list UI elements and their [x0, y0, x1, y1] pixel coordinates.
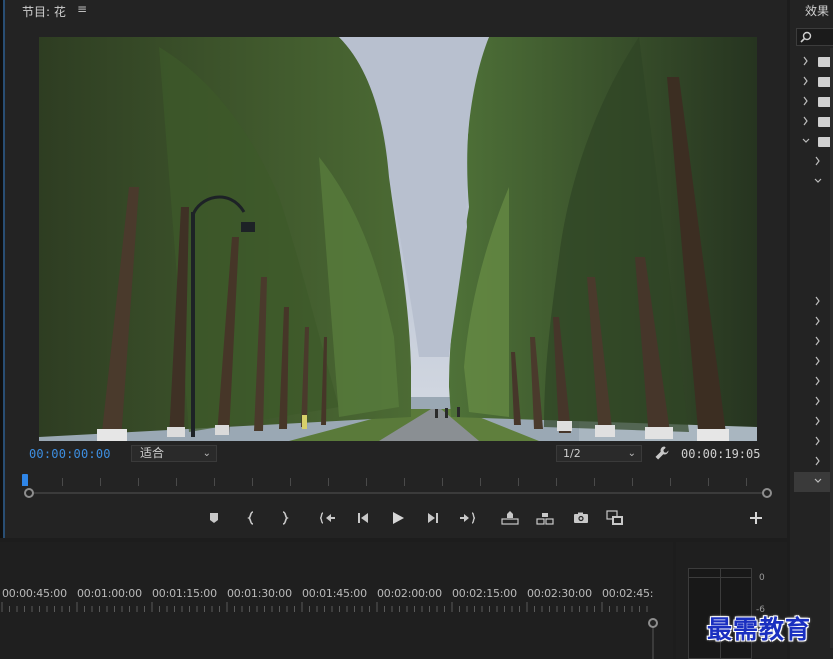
timeline-ruler-label: 00:02:15:00 [452, 587, 517, 600]
effects-folder-row[interactable] [794, 152, 833, 172]
timeline-vertical-scroll-handle[interactable] [648, 617, 658, 659]
go-to-out-icon [460, 512, 475, 524]
db-scale-label: 0 [759, 573, 765, 583]
add-marker-icon [210, 513, 218, 523]
extract-icon [536, 513, 554, 525]
effects-folder-row[interactable] [794, 472, 833, 492]
effects-folder-row[interactable] [794, 432, 833, 452]
chevron-right-icon[interactable] [814, 296, 822, 306]
play-button[interactable] [388, 509, 408, 527]
lift-button[interactable] [500, 509, 520, 527]
chevron-right-icon[interactable] [814, 336, 822, 346]
comparison-view-button[interactable] [605, 509, 625, 527]
timeline-ruler[interactable]: 00:00:45:00 00:01:00:00 00:01:15:00 00:0… [0, 587, 654, 601]
effects-folder-row[interactable] [794, 172, 833, 192]
lift-icon [501, 511, 519, 525]
effects-folder-row[interactable] [794, 72, 833, 92]
duration-timecode: 00:00:19:05 [681, 447, 761, 461]
effects-folder-row[interactable] [794, 92, 833, 112]
timeline-ruler-ticks [1, 602, 648, 612]
timeline-ruler-label: 00:02:00:00 [377, 587, 442, 600]
timeline-ruler-label: 00:02:30:00 [527, 587, 592, 600]
chevron-right-icon[interactable] [814, 316, 822, 326]
play-icon [393, 512, 404, 524]
go-to-in-icon [320, 512, 335, 524]
export-frame-button[interactable] [571, 509, 591, 527]
step-forward-icon [428, 513, 438, 523]
timeline-ruler-label: 00:01:15:00 [152, 587, 217, 600]
zoom-level-value: 适合 [140, 446, 165, 460]
effects-folder-row[interactable] [794, 332, 833, 352]
program-monitor-header: 节目: 花 ≡ [0, 0, 787, 22]
zoom-handle-right[interactable] [762, 488, 772, 498]
playhead-marker[interactable] [22, 474, 28, 486]
timeline-ruler-label: 00:01:00:00 [77, 587, 142, 600]
effects-tab[interactable]: 效果 [805, 2, 829, 19]
zoom-handle-left[interactable] [24, 488, 34, 498]
active-panel-indicator [3, 0, 5, 538]
timeline-ruler-label: 00:01:45:00 [302, 587, 367, 600]
playback-resolution-value: 1/2 [563, 447, 581, 460]
effects-folder-row[interactable] [794, 132, 833, 152]
effects-folder-row[interactable] [794, 52, 833, 72]
timeline-ruler-label: 00:00:45:00 [2, 587, 67, 600]
chevron-down-icon: ⌄ [627, 448, 636, 459]
video-preview[interactable] [39, 37, 757, 441]
settings-wrench-icon[interactable] [654, 445, 670, 461]
chevron-right-icon[interactable] [814, 456, 822, 466]
mark-out-icon [282, 511, 289, 525]
playback-resolution-dropdown[interactable]: 1/2 ⌄ [556, 445, 642, 462]
go-to-in-button[interactable] [318, 509, 338, 527]
watermark-logo: 最需教育 [707, 615, 812, 644]
chevron-right-icon[interactable] [814, 376, 822, 386]
hamburger-menu-icon[interactable]: ≡ [77, 2, 87, 16]
chevron-right-icon[interactable] [814, 396, 822, 406]
search-icon [800, 31, 812, 43]
effects-folder-row[interactable] [794, 412, 833, 432]
mark-out-button[interactable] [274, 509, 294, 527]
effects-folder-row[interactable] [794, 312, 833, 332]
effects-folder-row[interactable] [794, 112, 833, 132]
chevron-right-icon[interactable] [814, 436, 822, 446]
time-ruler[interactable] [24, 474, 770, 486]
program-monitor-title[interactable]: 节目: 花 [22, 3, 66, 20]
zoom-scroll-track [29, 492, 767, 494]
chevron-right-icon[interactable] [814, 156, 822, 166]
step-back-icon [358, 513, 368, 523]
chevron-right-icon[interactable] [814, 356, 822, 366]
chevron-right-icon[interactable] [802, 76, 810, 86]
effects-tree[interactable] [794, 48, 833, 528]
go-to-out-button[interactable] [457, 509, 477, 527]
effects-folder-row[interactable] [794, 292, 833, 312]
effects-folder-row[interactable] [794, 392, 833, 412]
timeline-ruler-label: 00:02:45: [602, 587, 654, 600]
chevron-right-icon[interactable] [802, 96, 810, 106]
effects-folder-row[interactable] [794, 352, 833, 372]
comparison-view-icon [606, 510, 623, 525]
chevron-down-icon: ⌄ [202, 448, 211, 459]
timeline-ruler-label: 00:01:30:00 [227, 587, 292, 600]
export-frame-icon [574, 512, 588, 523]
button-editor-plus-button[interactable] [746, 509, 766, 527]
video-frame-image [39, 37, 757, 441]
zoom-level-dropdown[interactable]: 适合 ⌄ [131, 445, 217, 462]
mark-in-icon [247, 511, 254, 525]
effects-folder-row[interactable] [794, 452, 833, 472]
zoom-scroll-bar[interactable] [24, 488, 772, 498]
plus-icon [750, 512, 762, 524]
mark-in-button[interactable] [242, 509, 262, 527]
chevron-down-icon[interactable] [814, 176, 822, 186]
playhead-timecode[interactable]: 00:00:00:00 [29, 447, 111, 461]
time-ruler-ticks [24, 478, 747, 486]
chevron-down-icon[interactable] [802, 136, 810, 146]
chevron-right-icon[interactable] [802, 116, 810, 126]
step-forward-button[interactable] [423, 509, 443, 527]
chevron-right-icon[interactable] [802, 56, 810, 66]
add-marker-button[interactable] [204, 509, 224, 527]
extract-button[interactable] [535, 509, 555, 527]
step-back-button[interactable] [353, 509, 373, 527]
chevron-down-icon[interactable] [814, 476, 822, 486]
chevron-right-icon[interactable] [814, 416, 822, 426]
effects-folder-row[interactable] [794, 372, 833, 392]
